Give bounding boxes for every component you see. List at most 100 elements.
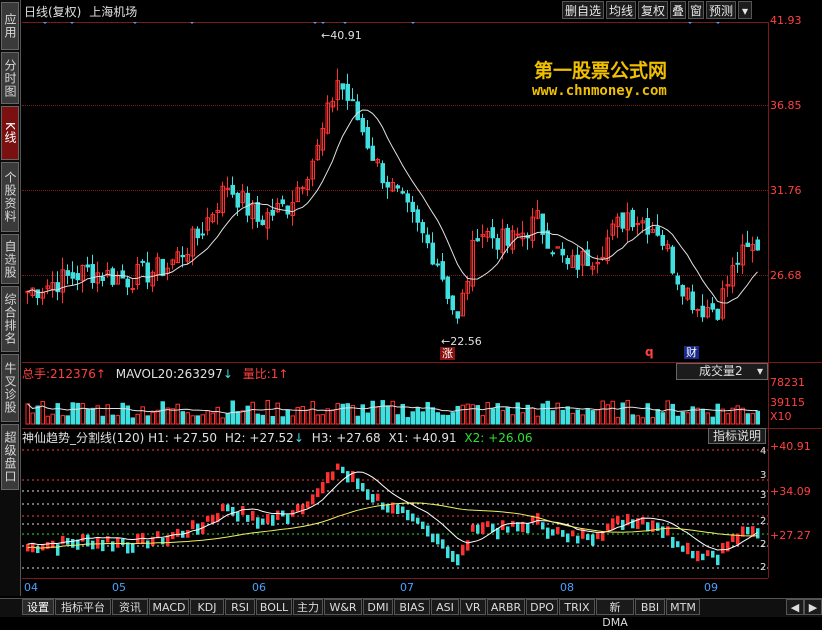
sidebar-tab-watchlist[interactable]: 自选股 (1, 234, 19, 284)
candle-body (505, 227, 510, 246)
indicator-tick-label: 4 (760, 446, 766, 457)
bottom-tab-macd[interactable]: MACD (149, 599, 189, 615)
price-axis-label: 36.85 (770, 99, 802, 112)
indicator-bar (716, 554, 720, 566)
candle-body (195, 228, 200, 239)
indicator-bar (176, 528, 180, 537)
candle-body (235, 192, 240, 208)
indicator-bar (111, 541, 115, 552)
bottom-tab-bbi[interactable]: BBI (635, 599, 665, 615)
candle-body (85, 264, 90, 268)
candle-body (515, 233, 520, 236)
candle-body (245, 192, 250, 216)
volume-bar (290, 415, 295, 425)
candle-body (585, 249, 590, 267)
bottom-tab-item[interactable]: 资讯 (112, 599, 148, 615)
candle-body (110, 268, 115, 285)
bottom-tab-item[interactable]: 主力 (293, 599, 323, 615)
indicator-bar (326, 472, 330, 484)
event-diamond-icon (43, 22, 47, 24)
sidebar-tab-ranking[interactable]: 综合排名 (1, 286, 19, 352)
volume-bar (255, 413, 260, 425)
candle-body (370, 145, 375, 161)
window-button[interactable]: 窗 (688, 1, 704, 19)
volume-bar (165, 407, 170, 425)
candle-body (160, 258, 165, 277)
sidebar-tab-super-book[interactable]: 超级盘口 (1, 424, 19, 490)
mavol-value: 263297 (177, 367, 223, 381)
indicator-bar (536, 513, 540, 525)
volume-bar (385, 405, 390, 425)
candle-body (745, 242, 750, 248)
bottom-tab-dma[interactable]: 新DMA (596, 599, 634, 629)
overlay-button[interactable]: 叠 (670, 1, 686, 19)
volume-bar (430, 407, 435, 425)
sidebar-tab-apps[interactable]: 应用 (1, 2, 19, 50)
bottom-tab-arbr[interactable]: ARBR (487, 599, 525, 615)
indicator-bar (381, 502, 385, 510)
indicator-bar (701, 553, 705, 561)
bottom-tab-mtm[interactable]: MTM (666, 599, 700, 615)
bottom-tab-settings[interactable]: 设置 (22, 599, 54, 615)
volume-bar (675, 415, 680, 425)
menu-chevron-icon[interactable]: ▾ (738, 1, 752, 19)
volume-chart[interactable] (22, 380, 768, 428)
bottom-tab-boll[interactable]: BOLL (256, 599, 292, 615)
adjust-button[interactable]: 复权 (638, 1, 668, 19)
sidebar-tab-intraday[interactable]: 分时图 (1, 52, 19, 104)
q-marker[interactable]: q (645, 345, 654, 359)
volume-bar (120, 402, 125, 425)
volume-bar (390, 400, 395, 425)
volume-bar (420, 411, 425, 425)
bottom-tab-bias[interactable]: BIAS (394, 599, 430, 615)
period-label[interactable]: 日线(复权) (24, 5, 81, 19)
volume-bar (200, 414, 205, 425)
bottom-tab-dmi[interactable]: DMI (363, 599, 393, 615)
indicator-bar (436, 533, 440, 545)
scroll-right-icon[interactable]: ▶ (804, 599, 822, 615)
bottom-tab-wr[interactable]: W&R (324, 599, 362, 615)
volume-bar (310, 400, 315, 425)
volume-bar (665, 400, 670, 425)
bottom-tab-trix[interactable]: TRIX (559, 599, 595, 615)
indicator-bar (306, 501, 310, 508)
volume-bar (185, 412, 190, 425)
event-diamond-icon (70, 22, 74, 24)
indicator-chart[interactable]: 4 3 3 2 2 2 (22, 444, 768, 578)
bottom-tab-kdj[interactable]: KDJ (190, 599, 224, 615)
volume-type-select[interactable]: 成交量2 ▾ (676, 363, 768, 380)
indicator-bar (471, 524, 475, 532)
mavol-label: MAVOL20: (115, 367, 177, 381)
sidebar-tab-kline[interactable]: K线 (1, 106, 19, 160)
sidebar-tab-stock-info[interactable]: 个股资料 (1, 162, 19, 232)
finance-badge[interactable]: 财 (684, 346, 699, 359)
ma-button[interactable]: 均线 (606, 1, 636, 19)
remove-watchlist-button[interactable]: 删自选 (562, 1, 604, 19)
volume-bar (470, 404, 475, 425)
indicator-bar (541, 522, 545, 530)
indicator-bar (361, 483, 365, 492)
candle-body (445, 276, 450, 299)
candle-body (395, 185, 400, 189)
scroll-left-icon[interactable]: ◀ (786, 599, 804, 615)
volume-bar (710, 416, 715, 425)
bottom-tab-vr[interactable]: VR (460, 599, 486, 615)
candle-body (255, 202, 260, 222)
indicator-bar (666, 526, 670, 536)
volume-bar (215, 406, 220, 425)
bottom-tab-item[interactable]: 指标平台 (55, 599, 111, 615)
indicator-name: 神仙趋势_分割线(120) (22, 431, 145, 445)
sidebar-tab-diagnosis[interactable]: 牛叉诊股 (1, 354, 19, 422)
bottom-tab-dpo[interactable]: DPO (526, 599, 558, 615)
indicator-help-button[interactable]: 指标说明 (708, 428, 766, 444)
bottom-tab-rsi[interactable]: RSI (225, 599, 255, 615)
candle-body (540, 213, 545, 235)
indicator-bar (551, 529, 555, 536)
volume-bar (615, 416, 620, 425)
volume-bar (705, 412, 710, 425)
price-axis-label: 26.68 (770, 269, 802, 282)
volume-bar (375, 406, 380, 425)
limit-up-badge[interactable]: 涨 (440, 347, 455, 360)
forecast-button[interactable]: 预测 (706, 1, 736, 19)
bottom-tab-asi[interactable]: ASI (431, 599, 459, 615)
